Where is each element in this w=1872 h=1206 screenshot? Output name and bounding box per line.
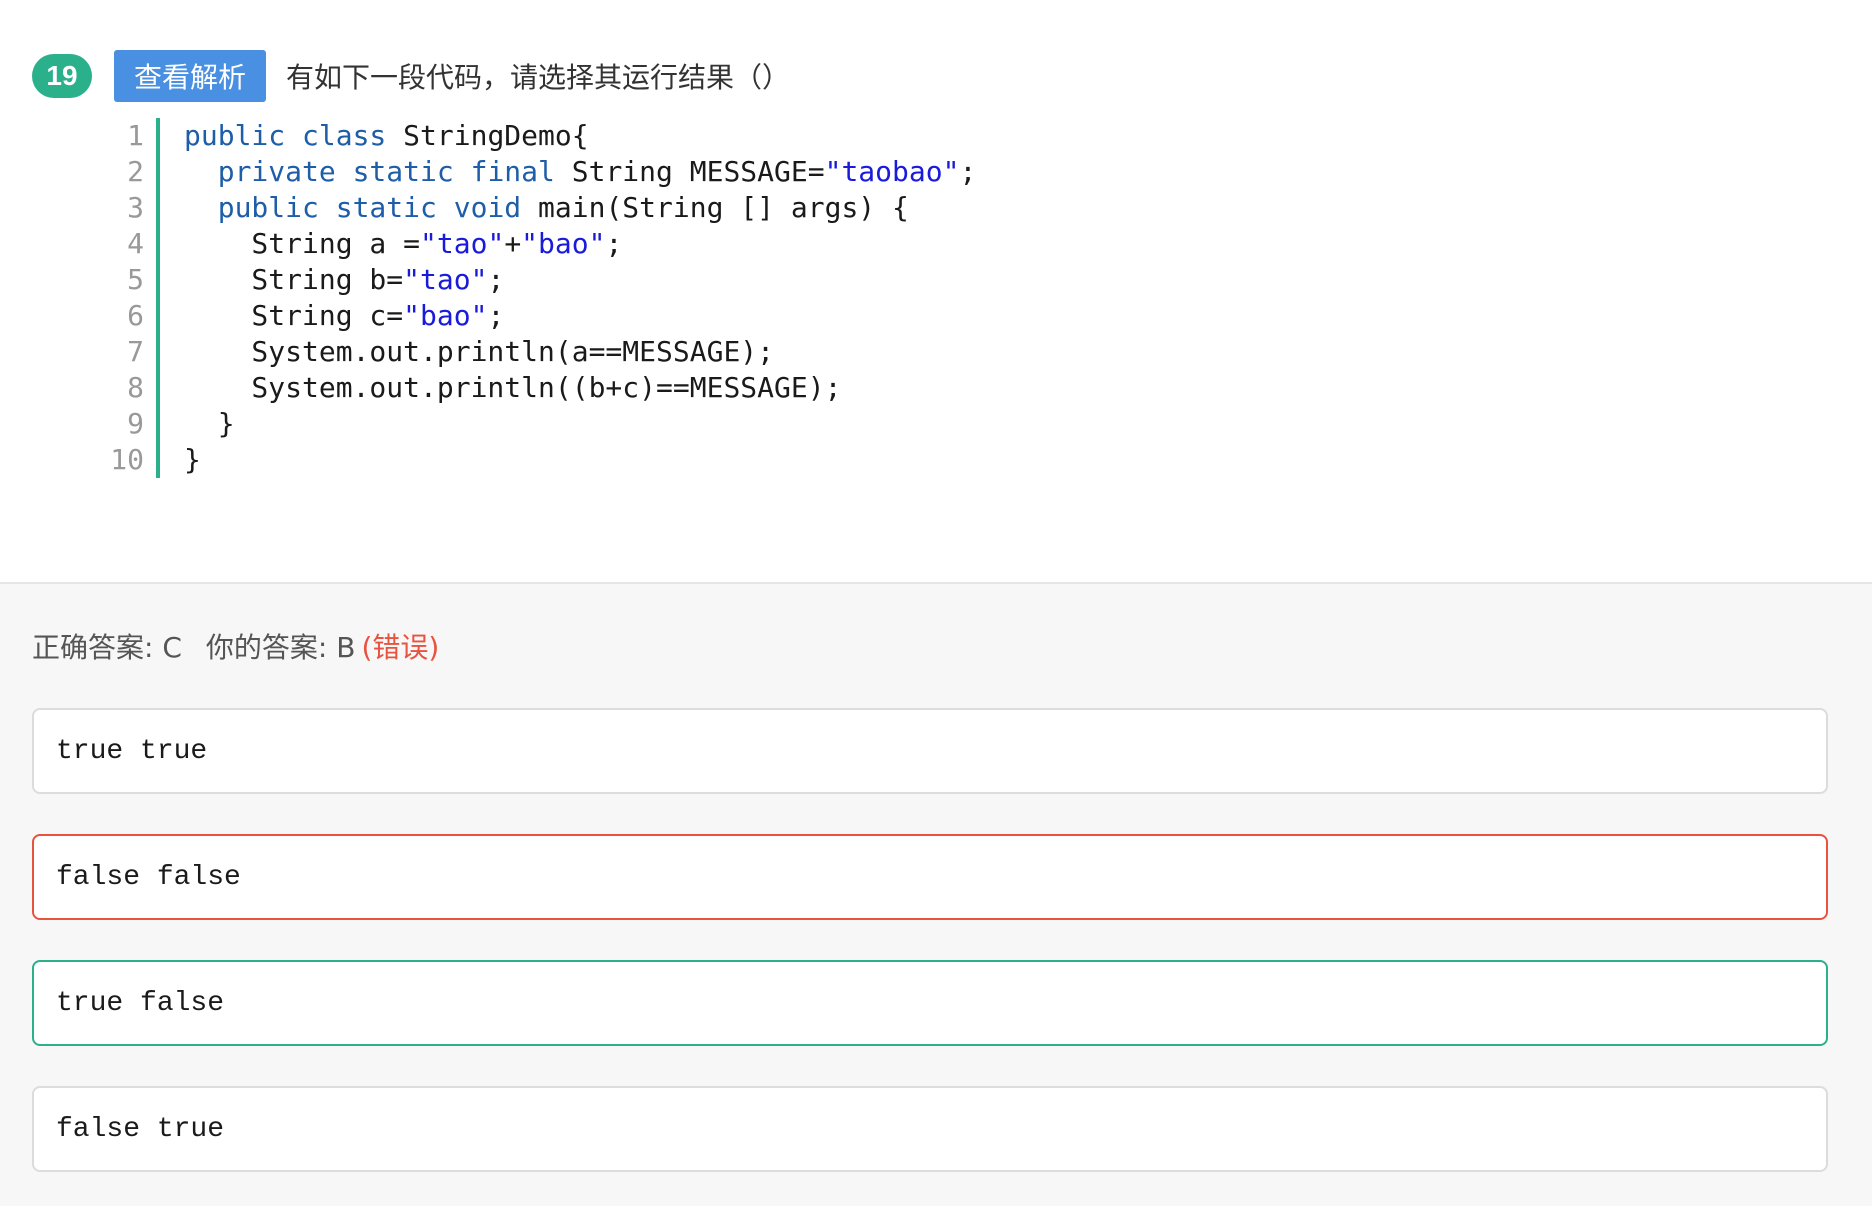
option-c[interactable]: true false [32,960,1828,1046]
question-header: 19 查看解析 有如下一段代码，请选择其运行结果（） [32,50,790,102]
line-number: 1 [127,119,144,152]
code-line: 10} [100,442,976,478]
code-text: System.out.println((b+c)==MESSAGE); [184,371,842,404]
line-number: 4 [127,227,144,260]
code-line: 3 public static void main(String [] args… [100,190,976,226]
question-panel: 19 查看解析 有如下一段代码，请选择其运行结果（） 1 public class… [0,0,1872,582]
code-block: 1 public class StringDemo{2 private stati… [100,118,976,478]
your-answer-label: 你的答案: B [205,631,356,664]
question-prompt: 有如下一段代码，请选择其运行结果（） [286,61,791,94]
option-label: false true [56,1113,225,1145]
code-text: System.out.println(a==MESSAGE); [184,335,775,368]
line-number: 8 [127,371,144,404]
option-label: false false [56,861,241,893]
line-number: 9 [127,407,144,440]
option-d[interactable]: false true [32,1086,1828,1172]
correct-answer-label: 正确答案: C [32,631,182,664]
answers-panel: 正确答案: C 你的答案: B (错误) true true false false… [0,582,1872,1206]
line-number: 5 [127,263,144,296]
code-line: 9 } [100,406,976,442]
code-text: public static void main(String [] args) … [217,191,909,224]
code-line: 7 System.out.println(a==MESSAGE); [100,334,976,370]
option-b[interactable]: false false [32,834,1828,920]
answer-status: (错误) [361,631,440,664]
option-label: true true [56,735,208,767]
question-number-badge: 19 [32,54,92,98]
code-text: String a ="tao"+"bao"; [184,227,623,260]
option-label: true false [56,987,225,1019]
line-number: 2 [127,155,144,188]
code-line: 5 String b="tao"; [100,262,976,298]
code-text: String c="bao"; [184,299,505,332]
code-line: 2 private static final String MESSAGE="t… [100,154,976,190]
line-number: 10 [110,443,144,476]
code-text: String b="tao"; [184,263,505,296]
line-number: 6 [127,299,144,332]
line-number: 3 [127,191,144,224]
line-number: 7 [127,335,144,368]
result-line: 正确答案: C 你的答案: B (错误) [32,626,439,666]
view-analysis-button[interactable]: 查看解析 [114,50,266,102]
code-text: private static final String MESSAGE="tao… [217,155,977,188]
code-line: 1 public class StringDemo{ [100,118,976,154]
code-line: 4 String a ="tao"+"bao"; [100,226,976,262]
option-a[interactable]: true true [32,708,1828,794]
code-line: 8 System.out.println((b+c)==MESSAGE); [100,370,976,406]
code-text: } [184,443,201,476]
code-text: public class StringDemo{ [184,119,589,152]
code-text: } [184,407,235,440]
code-line: 6 String c="bao"; [100,298,976,334]
